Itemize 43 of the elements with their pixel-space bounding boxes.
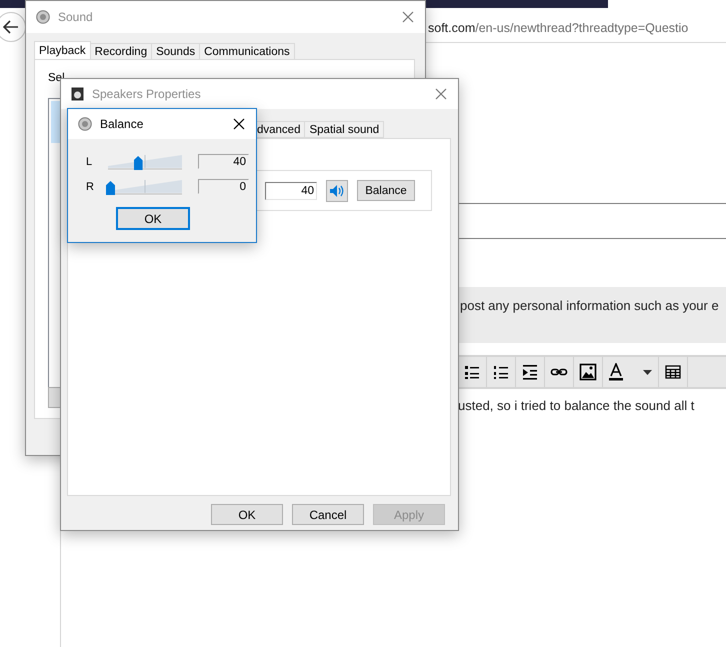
numbered-list-icon: [492, 363, 510, 381]
close-icon: [402, 11, 414, 23]
notice-text: post any personal information such as your e: [460, 298, 719, 313]
volume-field[interactable]: 40: [265, 182, 317, 200]
tab[interactable]: Recording: [90, 43, 152, 60]
post-body-text: usted, so i tried to balance the sound all t: [458, 398, 694, 413]
caret-icon: [643, 370, 652, 374]
bullet-list-icon: [463, 363, 481, 381]
indent-icon: [521, 363, 539, 381]
level-field[interactable]: 0: [198, 179, 249, 194]
tab[interactable]: Communications: [199, 43, 295, 60]
slider-thumb[interactable]: [106, 181, 115, 195]
mute-button[interactable]: [326, 180, 348, 202]
address-bar[interactable]: soft.com/en-us/newthread?threadtype=Questio: [426, 13, 726, 43]
window-title: Sound: [58, 10, 93, 24]
channel-label: R: [86, 180, 95, 192]
back-arrow-icon: [3, 20, 19, 34]
image-icon: [579, 363, 597, 381]
balance-slider[interactable]: [106, 178, 184, 195]
channel-label: L: [86, 156, 94, 168]
slider-thumb[interactable]: [134, 156, 143, 170]
balance-button[interactable]: Balance: [357, 180, 415, 201]
configure-button[interactable]: [48, 387, 61, 408]
dialog-title: Balance: [100, 117, 144, 131]
close-icon: [435, 88, 447, 100]
close-icon: [233, 118, 245, 130]
speaker-box-icon: [71, 87, 84, 101]
speaker-icon: [78, 117, 92, 131]
speaker-icon: [330, 184, 344, 196]
table-icon: [665, 365, 681, 379]
url-text: soft.com/en-us/newthread?threadtype=Questio: [428, 20, 688, 34]
back-button[interactable]: [0, 12, 26, 42]
slider-track-icon: [106, 153, 184, 170]
font-color-icon: [609, 363, 623, 381]
dialog-button[interactable]: OK: [211, 504, 283, 525]
dialog-button[interactable]: Cancel: [292, 504, 364, 525]
tab[interactable]: Playback: [34, 41, 91, 60]
level-field[interactable]: 40: [198, 154, 249, 169]
ok-button[interactable]: OK: [117, 208, 189, 229]
balance-slider[interactable]: [106, 153, 184, 170]
window-title: Speakers Properties: [92, 87, 201, 101]
speaker-icon: [36, 10, 50, 24]
tab[interactable]: Spatial sound: [304, 121, 384, 138]
